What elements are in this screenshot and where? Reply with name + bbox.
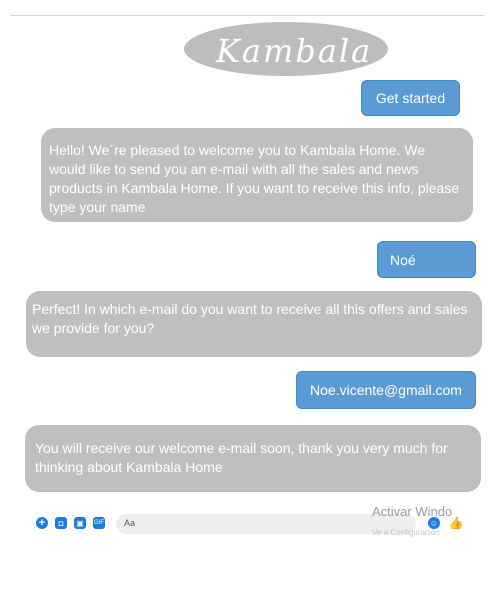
windows-activation-subtext: Ve a Configuración <box>372 528 440 537</box>
user-email-message: Noe.vicente@gmail.com <box>296 371 476 409</box>
user-name-message: Noé <box>377 241 476 278</box>
message-input[interactable]: Aa <box>116 514 416 534</box>
welcome-message: Hello! We´re pleased to welcome you to K… <box>41 128 473 222</box>
camera-icon[interactable]: ◘ <box>55 517 67 529</box>
message-input-placeholder: Aa <box>124 518 136 528</box>
kambala-logo: Kambala <box>184 22 388 76</box>
windows-activation-watermark: Activar Windo <box>372 504 453 519</box>
get-started-button[interactable]: Get started <box>361 80 460 116</box>
ask-email-message: Perfect! In which e-mail do you want to … <box>26 291 482 357</box>
gif-icon[interactable]: GIF <box>93 517 105 529</box>
logo-text: Kambala <box>216 32 373 70</box>
plus-icon[interactable]: + <box>36 517 48 529</box>
image-icon[interactable]: ▣ <box>74 517 86 529</box>
top-divider <box>10 15 484 16</box>
confirmation-message: You will receive our welcome e-mail soon… <box>25 425 481 492</box>
